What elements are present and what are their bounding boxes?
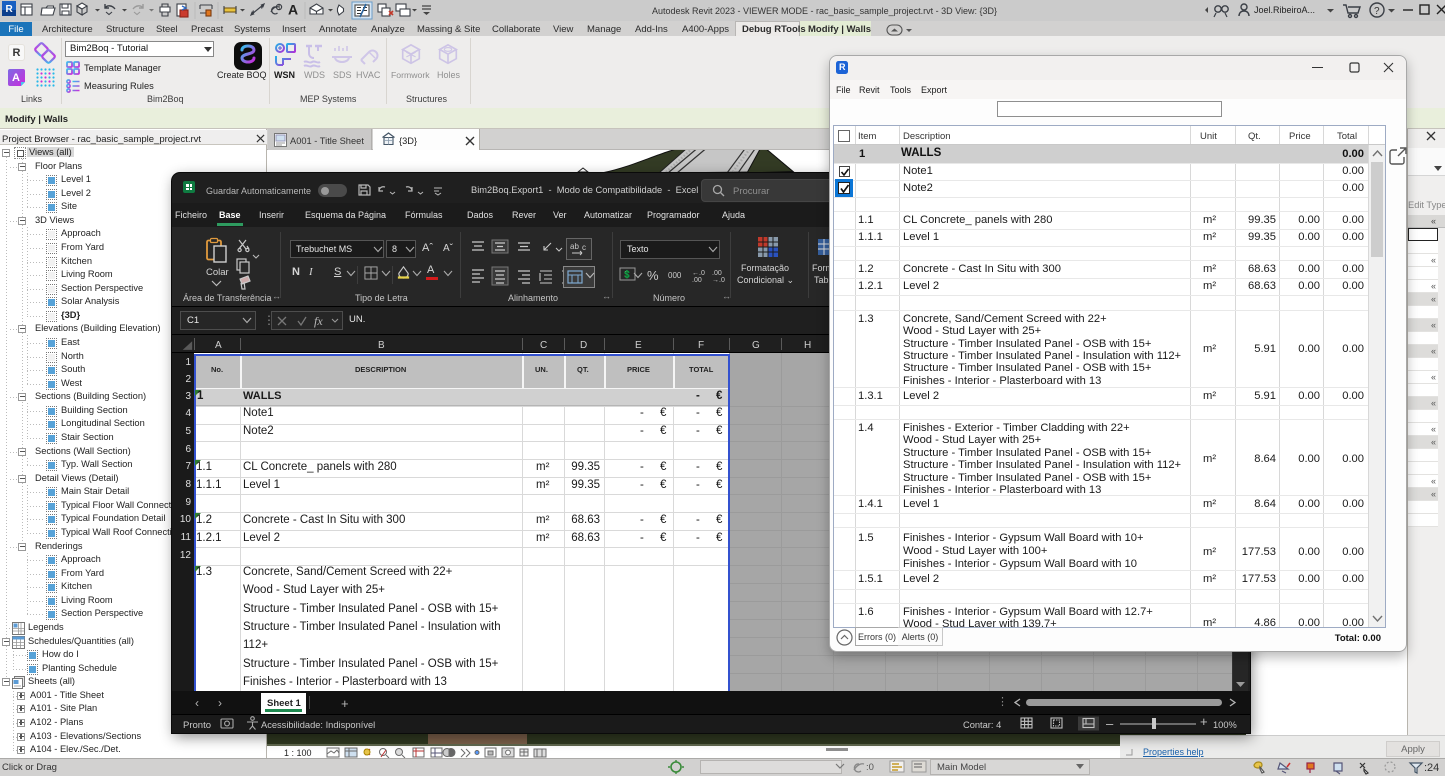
svg-text:fx: fx xyxy=(314,314,323,328)
svg-text:←.0: ←.0 xyxy=(692,270,705,277)
svg-text::24: :24 xyxy=(1424,762,1439,774)
svg-text:A: A xyxy=(12,72,20,84)
svg-text:%: % xyxy=(647,268,659,283)
svg-text:Joel.RibeiroA...: Joel.RibeiroA... xyxy=(1254,5,1315,15)
svg-text:A: A xyxy=(288,2,298,18)
svg-text:c: c xyxy=(582,243,586,252)
svg-text:000: 000 xyxy=(668,271,682,280)
svg-text:💲: 💲 xyxy=(622,269,632,279)
svg-text:ab: ab xyxy=(570,242,579,251)
svg-text:?: ? xyxy=(1374,6,1380,17)
svg-text:→.0: →.0 xyxy=(712,277,725,284)
svg-text:.00: .00 xyxy=(692,277,702,284)
svg-text:.00: .00 xyxy=(712,270,722,277)
svg-text:R: R xyxy=(6,4,14,15)
